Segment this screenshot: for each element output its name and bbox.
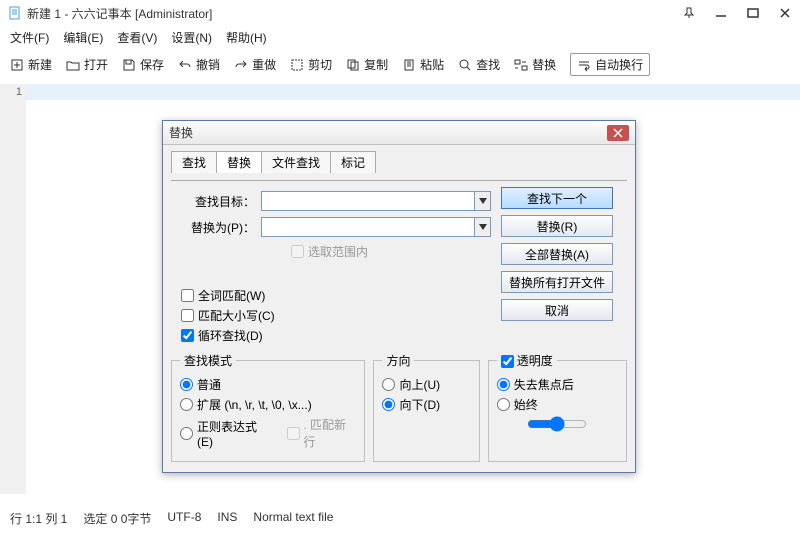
minimize-button[interactable] bbox=[714, 6, 728, 20]
tab-find-in-files[interactable]: 文件查找 bbox=[261, 151, 331, 173]
tab-mark[interactable]: 标记 bbox=[330, 151, 376, 173]
trans-always-radio[interactable] bbox=[497, 398, 510, 411]
transparency-slider[interactable] bbox=[527, 416, 587, 432]
find-input[interactable] bbox=[261, 191, 475, 211]
dir-down-radio[interactable] bbox=[382, 398, 395, 411]
status-selection: 选定 0 0字节 bbox=[83, 510, 151, 527]
wrap-button[interactable]: 自动换行 bbox=[570, 53, 650, 76]
undo-icon bbox=[178, 58, 192, 72]
replace-input[interactable] bbox=[261, 217, 475, 237]
folder-icon bbox=[66, 58, 80, 72]
find-button[interactable]: 查找 bbox=[458, 56, 500, 73]
save-button[interactable]: 保存 bbox=[122, 56, 164, 73]
search-icon bbox=[458, 58, 472, 72]
mode-extended-radio[interactable] bbox=[180, 398, 193, 411]
mode-normal-radio[interactable] bbox=[180, 378, 193, 391]
status-filetype: Normal text file bbox=[253, 510, 333, 527]
paste-icon bbox=[402, 58, 416, 72]
paste-button[interactable]: 粘贴 bbox=[402, 56, 444, 73]
replace-all-open-button[interactable]: 替换所有打开文件 bbox=[501, 271, 613, 293]
replace-dropdown[interactable] bbox=[475, 217, 491, 237]
find-label: 查找目标： bbox=[171, 193, 261, 210]
dialog-close-button[interactable] bbox=[607, 125, 629, 141]
window-title: 新建 1 - 六六记事本 [Administrator] bbox=[27, 5, 682, 22]
dir-up-radio[interactable] bbox=[382, 378, 395, 391]
current-line bbox=[26, 84, 800, 100]
redo-button[interactable]: 重做 bbox=[234, 56, 276, 73]
match-newline-checkbox bbox=[287, 427, 300, 440]
status-encoding: UTF-8 bbox=[167, 510, 201, 527]
replace-icon bbox=[514, 58, 528, 72]
menu-edit[interactable]: 编辑(E) bbox=[63, 29, 103, 46]
match-case-checkbox[interactable] bbox=[181, 309, 194, 322]
in-selection-label: 选取范围内 bbox=[308, 243, 368, 260]
search-mode-group: 查找模式 普通 扩展 (\n, \r, \t, \0, \x...) 正则表达式… bbox=[171, 352, 365, 462]
save-icon bbox=[122, 58, 136, 72]
replace-dialog: 替换 查找 替换 文件查找 标记 查找目标： 替换为(P)： bbox=[162, 120, 636, 473]
menu-bar: 文件(F) 编辑(E) 查看(V) 设置(N) 帮助(H) bbox=[0, 26, 800, 49]
replace-one-button[interactable]: 替换(R) bbox=[501, 215, 613, 237]
menu-file[interactable]: 文件(F) bbox=[10, 29, 49, 46]
new-icon bbox=[10, 58, 24, 72]
document-icon bbox=[8, 6, 22, 20]
wrap-icon bbox=[577, 58, 591, 72]
tab-replace[interactable]: 替换 bbox=[216, 151, 262, 173]
dialog-title: 替换 bbox=[169, 124, 607, 141]
open-button[interactable]: 打开 bbox=[66, 56, 108, 73]
cancel-button[interactable]: 取消 bbox=[501, 299, 613, 321]
new-button[interactable]: 新建 bbox=[10, 56, 52, 73]
redo-icon bbox=[234, 58, 248, 72]
undo-button[interactable]: 撤销 bbox=[178, 56, 220, 73]
in-selection-checkbox bbox=[291, 245, 304, 258]
find-dropdown[interactable] bbox=[475, 191, 491, 211]
replace-all-button[interactable]: 全部替换(A) bbox=[501, 243, 613, 265]
pin-icon[interactable] bbox=[682, 6, 696, 20]
whole-word-checkbox[interactable] bbox=[181, 289, 194, 302]
cut-icon bbox=[290, 58, 304, 72]
find-next-button[interactable]: 查找下一个 bbox=[501, 187, 613, 209]
status-bar: 行 1:1 列 1 选定 0 0字节 UTF-8 INS Normal text… bbox=[0, 504, 800, 533]
copy-button[interactable]: 复制 bbox=[346, 56, 388, 73]
copy-icon bbox=[346, 58, 360, 72]
status-mode: INS bbox=[217, 510, 237, 527]
direction-group: 方向 向上(U) 向下(D) bbox=[373, 352, 479, 462]
status-position: 行 1:1 列 1 bbox=[10, 510, 67, 527]
tab-find[interactable]: 查找 bbox=[171, 151, 217, 173]
menu-settings[interactable]: 设置(N) bbox=[171, 29, 212, 46]
menu-view[interactable]: 查看(V) bbox=[117, 29, 157, 46]
menu-help[interactable]: 帮助(H) bbox=[226, 29, 267, 46]
cut-button[interactable]: 剪切 bbox=[290, 56, 332, 73]
trans-onblur-radio[interactable] bbox=[497, 378, 510, 391]
replace-label: 替换为(P)： bbox=[171, 219, 261, 236]
loop-checkbox[interactable] bbox=[181, 329, 194, 342]
replace-button[interactable]: 替换 bbox=[514, 56, 556, 73]
transparency-group: 透明度 失去焦点后 始终 bbox=[488, 352, 627, 462]
transparency-checkbox[interactable] bbox=[501, 355, 514, 368]
toolbar: 新建 打开 保存 撤销 重做 剪切 复制 粘贴 查找 替换 自动换行 bbox=[0, 49, 800, 84]
mode-regex-radio[interactable] bbox=[180, 427, 193, 440]
close-button[interactable] bbox=[778, 6, 792, 20]
maximize-button[interactable] bbox=[746, 6, 760, 20]
line-gutter: 1 bbox=[0, 84, 26, 494]
